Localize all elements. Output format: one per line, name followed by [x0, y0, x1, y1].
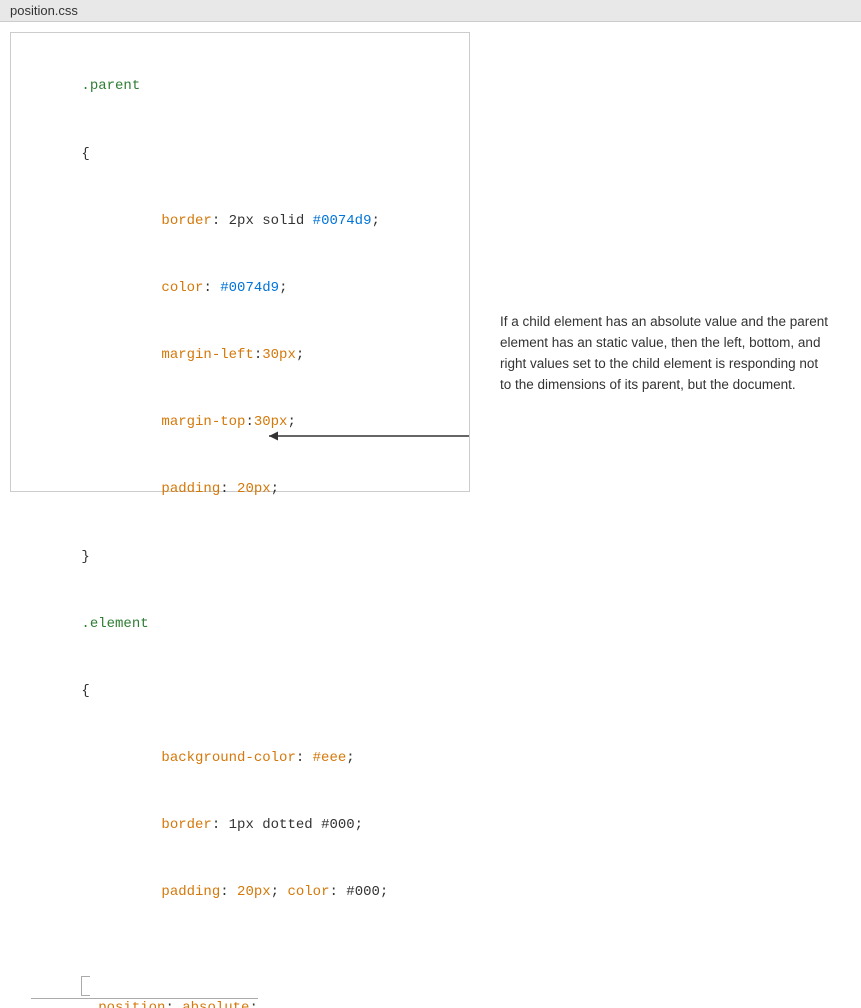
selector-element: .element	[81, 616, 148, 632]
filename-label: position.css	[10, 3, 78, 18]
code-line-padding-color: padding: 20px; color: #000;	[31, 859, 449, 926]
highlighted-position: position: absolute;	[31, 976, 258, 1008]
code-line-brace-1: {	[31, 120, 449, 187]
description-text: If a child element has an absolute value…	[500, 312, 830, 396]
code-line-margintop: margin-top:30px;	[31, 389, 449, 456]
code-line-border1: border: 2px solid #0074d9;	[31, 187, 449, 254]
selector-parent: .parent	[81, 78, 140, 94]
code-line-brace-2: }	[31, 523, 449, 590]
main-container: .parent { border: 2px solid #0074d9; col…	[0, 22, 861, 502]
code-line-color1: color: #0074d9;	[31, 255, 449, 322]
code-line-position: position: absolute;	[31, 930, 449, 1008]
code-line-bgcolor: background-color: #eee;	[31, 725, 449, 792]
filename-bar: position.css	[0, 0, 861, 22]
code-line-selector-element: .element	[31, 590, 449, 657]
code-line-selector-parent: .parent	[31, 53, 449, 120]
code-line-padding1: padding: 20px;	[31, 456, 449, 523]
code-panel: .parent { border: 2px solid #0074d9; col…	[10, 32, 470, 492]
description-panel: If a child element has an absolute value…	[490, 32, 830, 492]
code-line-border2: border: 1px dotted #000;	[31, 792, 449, 859]
code-line-brace-3: {	[31, 658, 449, 725]
code-line-marginleft: margin-left:30px;	[31, 322, 449, 389]
